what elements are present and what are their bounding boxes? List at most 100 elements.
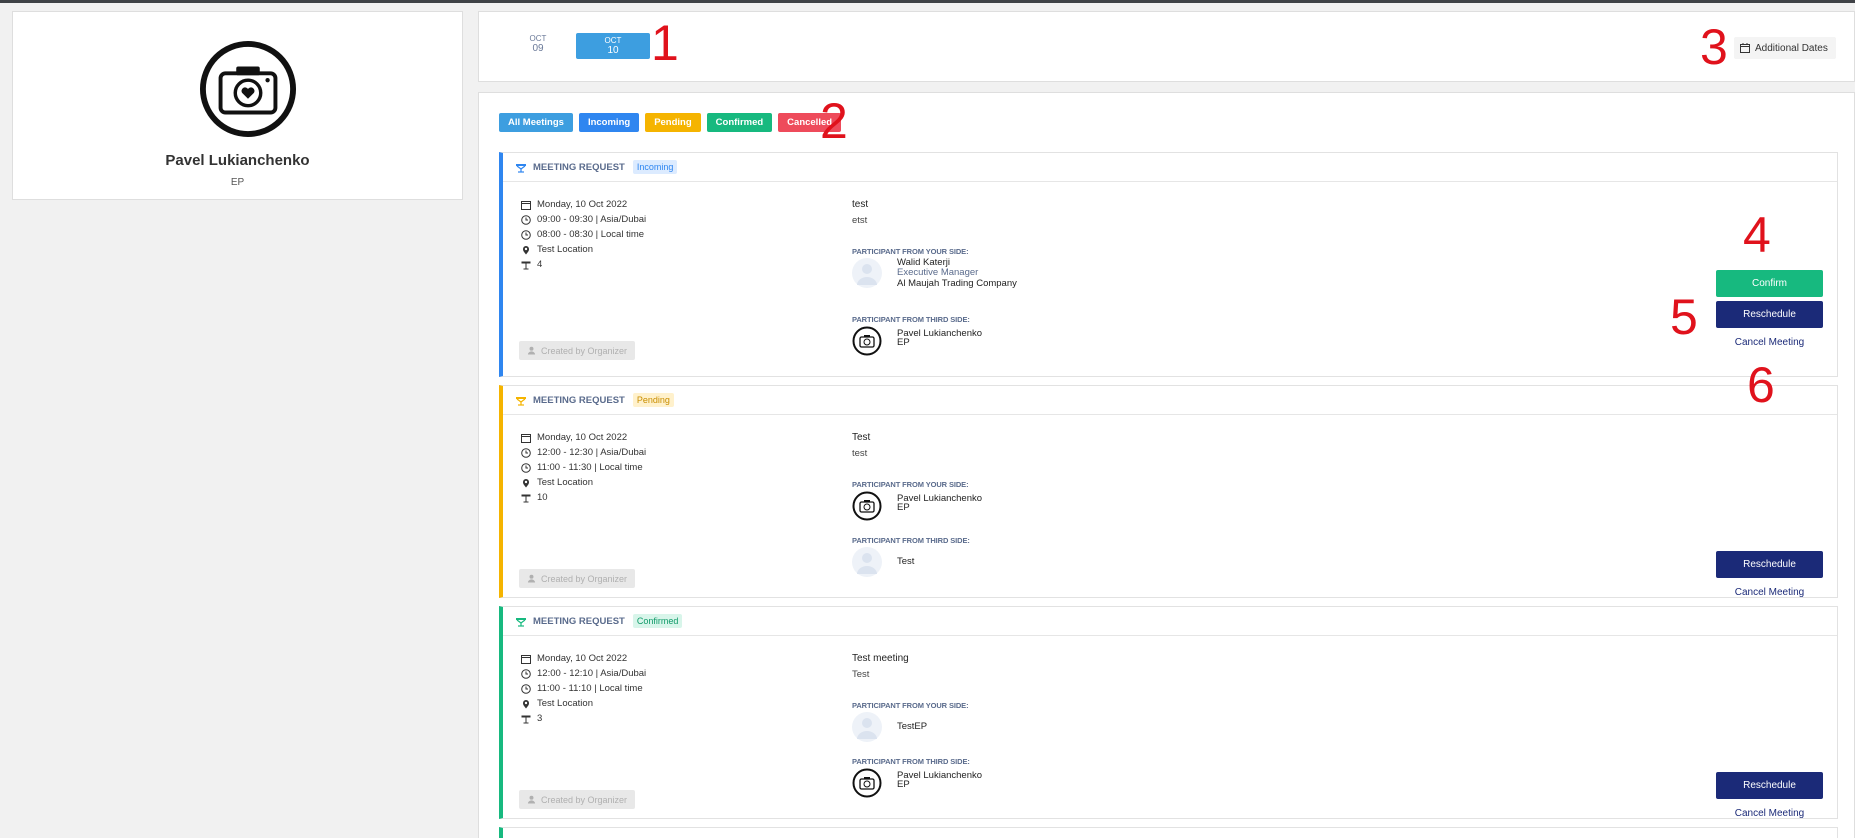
calendar-icon xyxy=(521,654,531,664)
meeting-table-row: 3 xyxy=(521,713,542,724)
participant-avatar xyxy=(852,547,882,577)
profile-name: Pavel Lukianchenko xyxy=(165,152,310,169)
meeting-table-row: 10 xyxy=(521,492,548,503)
meeting-date-row: Monday, 10 Oct 2022 xyxy=(521,199,627,210)
meeting-table-row: 4 xyxy=(521,259,542,270)
created-by-organizer: Created by Organizer xyxy=(519,569,635,588)
annotation-1: 1 xyxy=(651,15,679,71)
clock-icon xyxy=(521,683,531,694)
date-day: 09 xyxy=(532,43,544,54)
clock-icon xyxy=(521,462,531,473)
meeting-location: Test Location xyxy=(537,477,593,488)
third-side-label: PARTICIPANT FROM THIRD SIDE: xyxy=(852,757,970,766)
meeting-local-time-row: 08:00 - 08:30 | Local time xyxy=(521,229,644,240)
meeting-filters: All Meetings Incoming Pending Confirmed … xyxy=(499,113,842,132)
cancel-meeting-link[interactable]: Cancel Meeting xyxy=(1716,337,1823,348)
annotation-3: 3 xyxy=(1700,19,1728,75)
location-pin-icon xyxy=(523,245,529,254)
confirm-button[interactable]: Confirm xyxy=(1716,270,1823,297)
clock-icon xyxy=(521,668,531,679)
meeting-time-local: 11:00 - 11:10 | Local time xyxy=(537,683,643,694)
participant-role: EP xyxy=(897,779,910,790)
cancel-meeting-link[interactable]: Cancel Meeting xyxy=(1716,808,1823,819)
meeting-date-row: Monday, 10 Oct 2022 xyxy=(521,432,627,443)
reschedule-button[interactable]: Reschedule xyxy=(1716,301,1823,328)
status-badge: Incoming xyxy=(632,160,678,174)
date-tab-oct-10[interactable]: OCT 10 xyxy=(576,33,650,59)
your-side-label: PARTICIPANT FROM YOUR SIDE: xyxy=(852,247,969,256)
calendar-icon xyxy=(521,200,531,210)
status-badge: Pending xyxy=(632,393,674,407)
meeting-title: MEETING REQUEST xyxy=(533,394,625,406)
meeting-subject: test xyxy=(852,199,869,210)
participant-avatar xyxy=(852,258,882,288)
third-side-label: PARTICIPANT FROM THIRD SIDE: xyxy=(852,315,970,324)
meeting-subject: Test meeting xyxy=(852,653,909,664)
meeting-card: MEETING REQUEST Confirmed Monday, 10 Oct… xyxy=(499,606,1838,819)
filter-confirmed[interactable]: Confirmed xyxy=(706,113,773,132)
meeting-table-number: 4 xyxy=(537,259,543,270)
table-icon xyxy=(521,494,531,502)
camera-heart-icon xyxy=(852,768,882,798)
meeting-location-row: Test Location xyxy=(521,698,593,709)
filter-pending[interactable]: Pending xyxy=(645,113,701,132)
created-by-organizer: Created by Organizer xyxy=(519,790,635,809)
camera-heart-icon xyxy=(852,491,882,521)
meeting-card: MEETING REQUEST Incoming Monday, 10 Oct … xyxy=(499,152,1838,377)
annotation-2: 2 xyxy=(820,93,848,149)
meeting-time-local: 08:00 - 08:30 | Local time xyxy=(537,229,645,240)
meeting-location: Test Location xyxy=(537,244,593,255)
additional-dates-button[interactable]: Additional Dates xyxy=(1734,37,1836,59)
participant-company: Al Maujah Trading Company xyxy=(897,278,1017,289)
location-pin-icon xyxy=(523,478,529,487)
date-selector: OCT 09 OCT 10 Additional Dates xyxy=(478,11,1855,82)
meeting-card-header: MEETING REQUEST Incoming xyxy=(503,153,1837,182)
reschedule-button[interactable]: Reschedule xyxy=(1716,772,1823,799)
date-day: 10 xyxy=(607,45,619,56)
meeting-card-header: MEETING REQUEST Pending xyxy=(503,386,1837,415)
meeting-card-partial xyxy=(499,827,1838,838)
meeting-subject: Test xyxy=(852,432,871,443)
meeting-table-number: 10 xyxy=(537,492,548,503)
meeting-table-number: 3 xyxy=(537,713,543,724)
meeting-local-time-row: 11:00 - 11:30 | Local time xyxy=(521,462,643,473)
camera-heart-icon xyxy=(199,40,297,138)
top-bar xyxy=(0,0,1855,3)
date-tab-oct-09[interactable]: OCT 09 xyxy=(523,34,553,54)
cancel-meeting-link[interactable]: Cancel Meeting xyxy=(1716,587,1823,598)
camera-heart-icon xyxy=(852,326,882,356)
filter-all-meetings[interactable]: All Meetings xyxy=(499,113,573,132)
meeting-card: MEETING REQUEST Pending Monday, 10 Oct 2… xyxy=(499,385,1838,598)
profile-card: Pavel Lukianchenko EP xyxy=(12,11,463,200)
meeting-title: MEETING REQUEST xyxy=(533,161,625,173)
meeting-table-icon xyxy=(516,163,526,173)
participant-avatar xyxy=(852,712,882,742)
profile-role: EP xyxy=(230,177,245,188)
reschedule-button[interactable]: Reschedule xyxy=(1716,551,1823,578)
participant-role: EP xyxy=(897,337,910,348)
filter-incoming[interactable]: Incoming xyxy=(578,113,640,132)
calendar-icon xyxy=(1740,43,1750,53)
meeting-description: test xyxy=(852,448,868,459)
annotation-4: 4 xyxy=(1743,207,1771,263)
meeting-description: Test xyxy=(852,669,870,680)
your-side-label: PARTICIPANT FROM YOUR SIDE: xyxy=(852,480,969,489)
meeting-local-time-row: 11:00 - 11:10 | Local time xyxy=(521,683,643,694)
participant-role: Executive Manager xyxy=(897,267,979,278)
meeting-card-header: MEETING REQUEST Confirmed xyxy=(503,607,1837,636)
meeting-time-tz: 12:00 - 12:10 | Asia/Dubai xyxy=(537,668,647,679)
meeting-location-row: Test Location xyxy=(521,477,593,488)
meeting-date: Monday, 10 Oct 2022 xyxy=(537,199,628,210)
your-side-label: PARTICIPANT FROM YOUR SIDE: xyxy=(852,701,969,710)
meeting-table-icon xyxy=(516,396,526,406)
meeting-description: etst xyxy=(852,215,868,226)
meeting-location-row: Test Location xyxy=(521,244,593,255)
meeting-time-row: 09:00 - 09:30 | Asia/Dubai xyxy=(521,214,646,225)
meeting-date: Monday, 10 Oct 2022 xyxy=(537,432,628,443)
third-side-label: PARTICIPANT FROM THIRD SIDE: xyxy=(852,536,970,545)
meeting-date-row: Monday, 10 Oct 2022 xyxy=(521,653,627,664)
created-label: Created by Organizer xyxy=(540,573,628,584)
participant-name: Pavel Lukianchenko xyxy=(897,493,983,504)
created-by-organizer: Created by Organizer xyxy=(519,341,635,360)
participant-name: Pavel Lukianchenko xyxy=(897,770,983,781)
